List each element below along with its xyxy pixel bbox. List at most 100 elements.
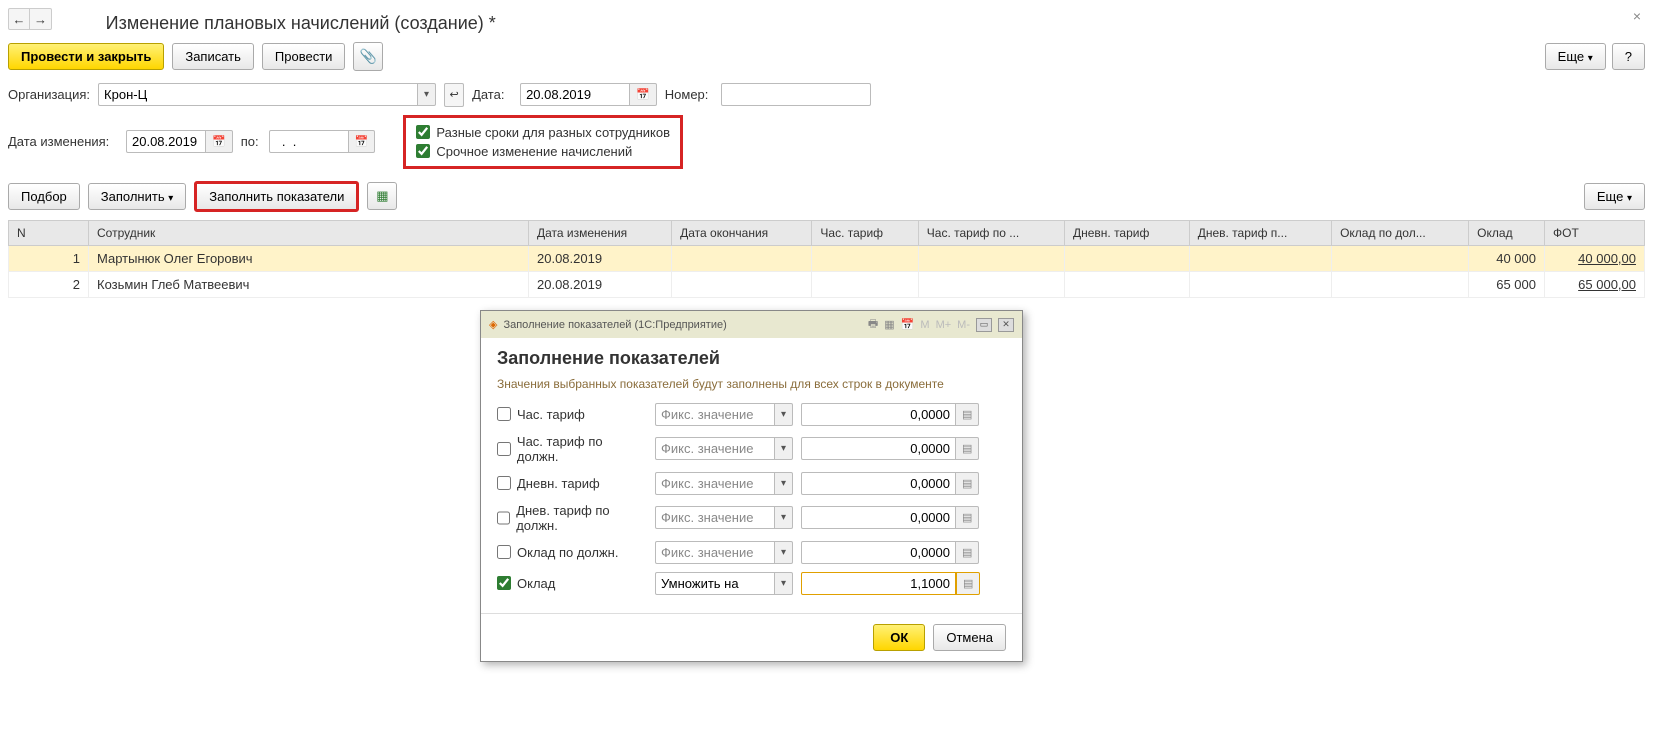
change-date-calendar-button[interactable] bbox=[206, 130, 233, 153]
col-hourly-pos[interactable]: Час. тариф по ... bbox=[918, 220, 1064, 245]
col-end-date[interactable]: Дата окончания bbox=[672, 220, 812, 245]
cell-salary: 40 000 bbox=[1469, 245, 1545, 271]
table-row[interactable]: 2 Козьмин Глеб Матвеевич 20.08.2019 65 0… bbox=[9, 271, 1645, 297]
chevron-down-icon bbox=[168, 189, 173, 204]
org-input[interactable] bbox=[98, 83, 418, 106]
indicator-row: Оклад по должн. bbox=[497, 541, 1006, 564]
col-change-date[interactable]: Дата изменения bbox=[529, 220, 672, 245]
cell-change-date: 20.08.2019 bbox=[529, 271, 672, 297]
value-input[interactable] bbox=[801, 541, 956, 564]
print-icon[interactable]: 🖶 bbox=[868, 315, 878, 334]
fill-button[interactable]: Заполнить bbox=[88, 183, 186, 210]
date-calendar-button[interactable] bbox=[630, 83, 657, 106]
row-checkbox[interactable] bbox=[497, 442, 511, 456]
columns-button[interactable] bbox=[367, 182, 397, 210]
mode-dropdown-button[interactable] bbox=[775, 472, 793, 495]
mode-dropdown-button[interactable] bbox=[775, 403, 793, 426]
row-label: Дневн. тариф bbox=[517, 476, 600, 491]
col-fot[interactable]: ФОТ bbox=[1544, 220, 1644, 245]
calendar-icon[interactable]: 📅 bbox=[901, 318, 915, 331]
to-date-calendar-button[interactable] bbox=[349, 130, 376, 153]
nav-back-button[interactable]: ← bbox=[8, 8, 30, 30]
dialog-titlebar[interactable]: ◈ Заполнение показателей (1С:Предприятие… bbox=[481, 311, 1022, 338]
calc-button[interactable] bbox=[956, 572, 980, 595]
change-date-input[interactable] bbox=[126, 130, 206, 153]
write-button[interactable]: Записать bbox=[172, 43, 254, 70]
value-input[interactable] bbox=[801, 403, 956, 426]
col-hourly[interactable]: Час. тариф bbox=[812, 220, 918, 245]
calc-button[interactable] bbox=[956, 403, 979, 426]
mode-dropdown-button[interactable] bbox=[775, 572, 793, 595]
col-salary-pos[interactable]: Оклад по дол... bbox=[1332, 220, 1469, 245]
cell-fot[interactable]: 40 000,00 bbox=[1578, 251, 1636, 266]
mode-select[interactable] bbox=[655, 437, 775, 460]
mode-select[interactable] bbox=[655, 541, 775, 564]
different-dates-label: Разные сроки для разных сотрудников bbox=[436, 125, 670, 140]
close-icon[interactable]: × bbox=[1633, 8, 1641, 24]
m-minus2-icon[interactable]: M- bbox=[957, 319, 970, 331]
row-checkbox[interactable] bbox=[497, 476, 511, 490]
cell-n: 1 bbox=[9, 245, 89, 271]
calc-button[interactable] bbox=[956, 541, 979, 564]
grid-more-button[interactable]: Еще bbox=[1584, 183, 1645, 210]
mode-dropdown-button[interactable] bbox=[775, 437, 793, 460]
number-input[interactable] bbox=[721, 83, 871, 106]
row-checkbox[interactable] bbox=[497, 407, 511, 421]
col-daily-pos[interactable]: Днев. тариф п... bbox=[1189, 220, 1331, 245]
col-employee[interactable]: Сотрудник bbox=[89, 220, 529, 245]
row-checkbox[interactable] bbox=[497, 545, 511, 559]
row-checkbox[interactable] bbox=[497, 511, 510, 525]
number-label: Номер: bbox=[665, 87, 713, 102]
to-label: по: bbox=[241, 134, 261, 149]
select-button[interactable]: Подбор bbox=[8, 183, 80, 210]
change-date-label: Дата изменения: bbox=[8, 134, 118, 149]
close-button[interactable]: ✕ bbox=[998, 318, 1014, 332]
more-button[interactable]: Еще bbox=[1545, 43, 1606, 70]
mode-dropdown-button[interactable] bbox=[775, 541, 793, 564]
mode-dropdown-button[interactable] bbox=[775, 506, 793, 529]
value-input[interactable] bbox=[801, 437, 956, 460]
different-dates-checkbox[interactable] bbox=[416, 125, 430, 139]
attach-button[interactable] bbox=[353, 42, 383, 71]
help-button[interactable]: ? bbox=[1612, 43, 1645, 70]
indicator-row: Днев. тариф по должн. bbox=[497, 503, 1006, 533]
mode-select[interactable] bbox=[655, 403, 775, 426]
m-plus-icon[interactable]: M+ bbox=[936, 319, 952, 331]
value-input[interactable] bbox=[801, 506, 956, 529]
calc-button[interactable] bbox=[956, 472, 979, 495]
cancel-button[interactable]: Отмена bbox=[933, 624, 1006, 651]
cell-fot[interactable]: 65 000,00 bbox=[1578, 277, 1636, 292]
mode-select[interactable] bbox=[655, 572, 775, 595]
ok-button[interactable]: ОК bbox=[873, 624, 925, 651]
employees-grid[interactable]: N Сотрудник Дата изменения Дата окончани… bbox=[8, 220, 1645, 298]
post-and-close-button[interactable]: Провести и закрыть bbox=[8, 43, 164, 70]
fill-indicators-dialog: ◈ Заполнение показателей (1С:Предприятие… bbox=[480, 310, 1023, 662]
form-row-org: Организация: ↩ Дата: Номер: bbox=[0, 79, 1653, 111]
m-minus-icon[interactable]: M bbox=[920, 319, 929, 331]
row-checkbox[interactable] bbox=[497, 576, 511, 590]
mode-select[interactable] bbox=[655, 506, 775, 529]
minimize-button[interactable]: ▭ bbox=[976, 318, 992, 332]
date-input[interactable] bbox=[520, 83, 630, 106]
value-input[interactable] bbox=[801, 472, 956, 495]
org-open-button[interactable]: ↩ bbox=[444, 83, 464, 107]
row-label: Оклад по должн. bbox=[517, 545, 618, 560]
nav-forward-button[interactable]: → bbox=[30, 8, 52, 30]
urgent-change-label: Срочное изменение начислений bbox=[436, 144, 632, 159]
fill-indicators-button[interactable]: Заполнить показатели bbox=[194, 181, 359, 212]
mode-select[interactable] bbox=[655, 472, 775, 495]
col-n[interactable]: N bbox=[9, 220, 89, 245]
urgent-change-checkbox[interactable] bbox=[416, 144, 430, 158]
to-date-input[interactable] bbox=[269, 130, 349, 153]
post-button[interactable]: Провести bbox=[262, 43, 346, 70]
checkbox-highlight-block: Разные сроки для разных сотрудников Сроч… bbox=[403, 115, 683, 169]
col-salary[interactable]: Оклад bbox=[1469, 220, 1545, 245]
col-daily[interactable]: Дневн. тариф bbox=[1064, 220, 1189, 245]
calc-button[interactable] bbox=[956, 437, 979, 460]
calc-button[interactable] bbox=[956, 506, 979, 529]
row-label: Днев. тариф по должн. bbox=[516, 503, 647, 533]
table-row[interactable]: 1 Мартынюк Олег Егорович 20.08.2019 40 0… bbox=[9, 245, 1645, 271]
value-input[interactable] bbox=[801, 572, 956, 595]
calc-icon[interactable]: ▦ bbox=[884, 318, 894, 331]
org-dropdown-button[interactable] bbox=[418, 83, 436, 106]
